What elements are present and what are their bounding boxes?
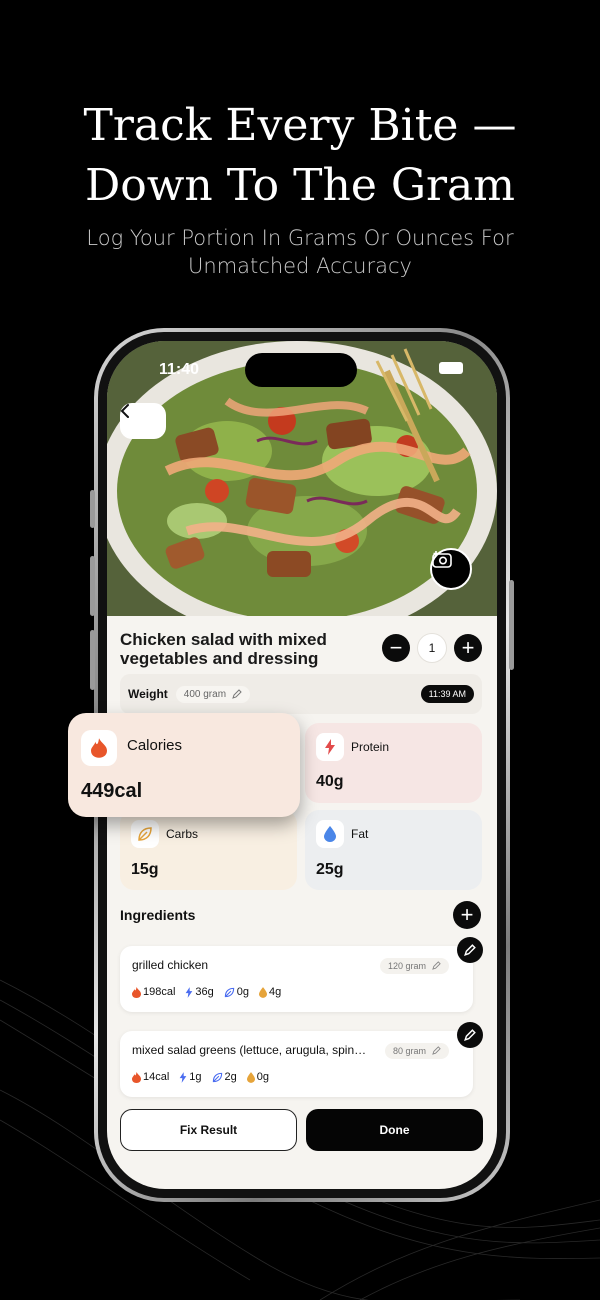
- retake-photo-button[interactable]: [430, 548, 472, 590]
- increase-quantity-button[interactable]: +: [454, 634, 482, 662]
- pencil-icon: [464, 1029, 476, 1041]
- protein-value: 40g: [316, 773, 344, 790]
- calories-icon-box: [81, 730, 117, 766]
- flame-icon: [91, 738, 107, 758]
- fat-label: Fat: [351, 827, 369, 841]
- hero-title-line-1: Track Every Bite —: [83, 100, 517, 151]
- chevron-left-icon: [120, 404, 129, 418]
- status-time: 11:40: [159, 361, 200, 378]
- hero-subtitle: Log Your Portion In Grams Or Ounces For …: [86, 226, 514, 278]
- weight-row: Weight 400 gram 11:39 AM: [120, 674, 482, 714]
- log-time-badge: 11:39 AM: [420, 685, 474, 703]
- fat-card: Fat 25g: [305, 810, 482, 890]
- phone-side-button: [90, 630, 95, 690]
- leaf-icon: [138, 827, 152, 841]
- weight-label: Weight: [128, 687, 168, 701]
- ingredient-fat: 4g: [259, 986, 281, 998]
- ingredient-macros: 14cal 1g 2g 0g: [132, 1071, 269, 1083]
- decrease-quantity-button[interactable]: −: [382, 634, 410, 662]
- ingredient-name: mixed salad greens (lettuce, arugula, sp…: [132, 1043, 372, 1057]
- flame-icon: [132, 986, 141, 998]
- pencil-icon: [432, 961, 441, 970]
- weight-value: 400 gram: [183, 688, 227, 700]
- ingredients-title: Ingredients: [120, 907, 196, 923]
- pencil-icon: [432, 1046, 441, 1055]
- quantity-value: 1: [417, 633, 447, 663]
- wifi-icon: [439, 362, 455, 374]
- hero-title-line-2: Down To The Gram: [84, 160, 515, 211]
- carbs-icon-box: [131, 820, 159, 848]
- back-button[interactable]: [120, 403, 166, 439]
- phone-side-button: [509, 580, 514, 670]
- pencil-icon: [464, 944, 476, 956]
- lightning-icon: [179, 1071, 187, 1083]
- calories-label: Calories: [127, 737, 183, 754]
- leaf-icon: [212, 1072, 222, 1082]
- ingredient-weight-pill[interactable]: 80 gram: [384, 1043, 449, 1059]
- ingredient-fat: 0g: [246, 1071, 269, 1083]
- calories-value: 449cal: [81, 780, 143, 802]
- ingredient-carbs: 2g: [212, 1071, 237, 1083]
- ingredient-macros: 198cal 36g 0g 4g: [132, 986, 281, 998]
- ingredient-calories: 14cal: [132, 1071, 169, 1083]
- flame-icon: [132, 1071, 141, 1083]
- lightning-icon: [325, 739, 335, 755]
- ingredient-weight: 80 gram: [392, 1046, 426, 1056]
- carbs-card: Carbs 15g: [120, 810, 297, 890]
- ingredient-carbs: 0g: [224, 986, 249, 998]
- fat-value: 25g: [316, 861, 344, 878]
- ingredient-card[interactable]: mixed salad greens (lettuce, arugula, sp…: [120, 1031, 473, 1097]
- add-ingredient-button[interactable]: +: [453, 901, 481, 929]
- camera-add-icon: [432, 551, 452, 568]
- ingredient-protein: 36g: [185, 986, 214, 998]
- food-photo: 11:40: [107, 341, 497, 616]
- status-icons: [439, 362, 463, 374]
- dish-title: Chicken salad with mixed vegetables and …: [120, 630, 327, 668]
- edit-ingredient-button[interactable]: [457, 937, 483, 963]
- ingredient-name: grilled chicken: [132, 958, 209, 972]
- hero-title: Track Every Bite — Down To The Gram: [0, 96, 600, 216]
- edit-ingredient-button[interactable]: [457, 1022, 483, 1048]
- calories-card: Calories 449cal: [68, 713, 300, 817]
- phone-side-button: [90, 490, 95, 528]
- droplet-icon: [259, 986, 268, 998]
- droplet-icon: [324, 826, 336, 842]
- ingredient-card[interactable]: grilled chicken 120 gram 198cal 36g 0g 4…: [120, 946, 473, 1012]
- protein-label: Protein: [351, 740, 390, 754]
- fat-icon-box: [316, 820, 344, 848]
- carbs-label: Carbs: [166, 827, 199, 841]
- fix-result-button[interactable]: Fix Result: [120, 1109, 297, 1151]
- ingredient-protein: 1g: [179, 1071, 202, 1083]
- protein-icon-box: [316, 733, 344, 761]
- ingredient-weight-pill[interactable]: 120 gram: [379, 958, 449, 974]
- phone-side-button: [90, 556, 95, 616]
- dynamic-island: [245, 353, 357, 387]
- ingredient-calories: 198cal: [132, 986, 175, 998]
- weight-edit-pill[interactable]: 400 gram: [175, 685, 251, 703]
- done-button[interactable]: Done: [306, 1109, 483, 1151]
- ingredient-weight: 120 gram: [387, 961, 426, 971]
- protein-card: Protein 40g: [305, 723, 482, 803]
- pencil-icon: [232, 689, 242, 699]
- leaf-icon: [224, 987, 234, 997]
- carbs-value: 15g: [131, 861, 159, 878]
- droplet-icon: [246, 1071, 255, 1083]
- quantity-stepper: − 1 +: [382, 633, 482, 663]
- lightning-icon: [186, 986, 193, 998]
